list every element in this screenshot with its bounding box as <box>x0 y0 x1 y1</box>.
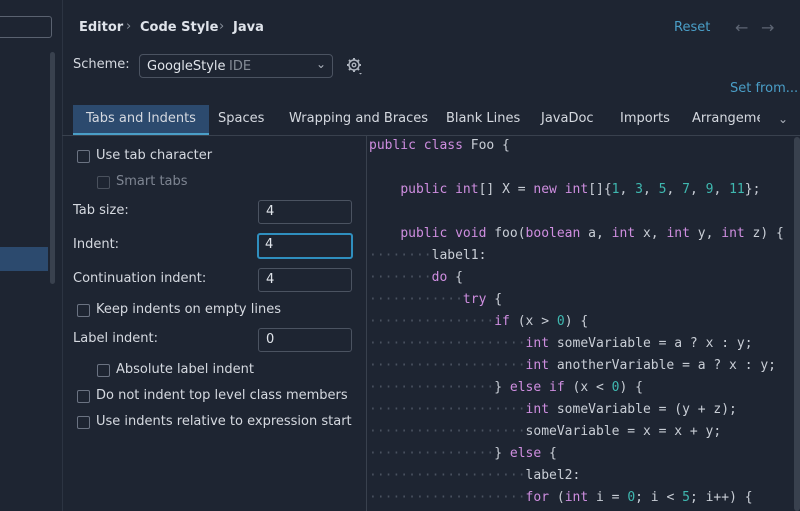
use-tab-character-label: Use tab character <box>96 148 213 163</box>
preview-divider <box>366 135 367 511</box>
continuation-indent-label: Continuation indent: <box>73 271 207 286</box>
code-line: ····················for (int i = 0; i < … <box>369 490 753 505</box>
breadcrumb-editor[interactable]: Editor <box>79 20 123 35</box>
code-line: ················} else { <box>369 446 557 461</box>
code-line: ····················int someVariable = a… <box>369 336 753 351</box>
settings-tree-selected-item[interactable] <box>0 247 48 271</box>
tab-spaces[interactable]: Spaces <box>205 105 277 133</box>
more-tabs-chevron-icon[interactable]: ⌄ <box>778 112 788 126</box>
label-indent-label: Label indent: <box>73 331 159 346</box>
code-line: ····················label2: <box>369 468 581 483</box>
breadcrumb-separator: › <box>126 19 132 34</box>
scheme-tag: IDE <box>229 59 252 74</box>
no-indent-top-level-checkbox[interactable] <box>77 390 90 403</box>
smart-tabs-checkbox <box>97 176 110 189</box>
label-indent-input[interactable]: 0 <box>258 328 352 352</box>
settings-search-input[interactable] <box>0 16 52 38</box>
code-line: public void foo(boolean a, int x, int y,… <box>400 226 784 241</box>
code-line: ····················someVariable = x = x… <box>369 424 722 439</box>
code-line: ········label1: <box>369 248 487 263</box>
breadcrumb-separator: › <box>219 19 225 34</box>
keep-indents-label: Keep indents on empty lines <box>96 302 281 317</box>
relative-indents-label: Use indents relative to expression start <box>96 414 352 429</box>
back-arrow-icon[interactable]: ← <box>735 18 748 37</box>
tab-javadoc[interactable]: JavaDoc <box>528 105 607 133</box>
scheme-label: Scheme: <box>73 57 130 72</box>
smart-tabs-label: Smart tabs <box>116 174 188 189</box>
code-preview-scrollbar[interactable] <box>794 137 800 511</box>
code-line: public int[] X = new int[]{1, 3, 5, 7, 9… <box>400 182 761 197</box>
tab-imports[interactable]: Imports <box>607 105 683 133</box>
relative-indents-checkbox[interactable] <box>77 416 90 429</box>
code-preview[interactable]: public class Foo { public int[] X = new … <box>369 135 789 511</box>
tab-size-input[interactable]: 4 <box>258 200 352 224</box>
gear-icon[interactable] <box>346 57 364 75</box>
tab-arrangement[interactable]: Arrangeme <box>679 105 760 133</box>
settings-tab-bar: Tabs and Indents Spaces Wrapping and Bra… <box>62 105 800 136</box>
indent-label: Indent: <box>73 237 120 252</box>
code-line: ················} else if (x < 0) { <box>369 380 643 395</box>
page-title: Java <box>233 20 264 35</box>
forward-arrow-icon[interactable]: → <box>761 18 774 37</box>
code-line: ········do { <box>369 270 463 285</box>
scheme-name: GoogleStyle <box>147 59 226 74</box>
absolute-label-indent-label: Absolute label indent <box>116 362 254 377</box>
keep-indents-checkbox[interactable] <box>77 304 90 317</box>
scheme-dropdown[interactable]: GoogleStyle IDE ⌄ <box>139 54 333 78</box>
tab-wrapping-and-braces[interactable]: Wrapping and Braces <box>276 105 441 133</box>
continuation-indent-input[interactable]: 4 <box>258 268 352 292</box>
chevron-down-icon: ⌄ <box>315 57 326 71</box>
tab-size-label: Tab size: <box>73 203 129 218</box>
no-indent-top-level-label: Do not indent top level class members <box>96 388 348 403</box>
settings-tree-scrollbar[interactable] <box>50 52 55 284</box>
code-line: ····················int someVariable = (… <box>369 402 737 417</box>
tab-blank-lines[interactable]: Blank Lines <box>433 105 533 133</box>
code-line: ····················int anotherVariable … <box>369 358 777 373</box>
code-line: ············try { <box>369 292 503 307</box>
indent-input[interactable]: 4 <box>257 233 353 259</box>
reset-link[interactable]: Reset <box>674 20 710 35</box>
code-line: public class Foo { <box>369 138 510 153</box>
tab-tabs-and-indents[interactable]: Tabs and Indents <box>73 105 209 135</box>
set-from-link[interactable]: Set from... <box>730 81 798 96</box>
breadcrumb-code-style[interactable]: Code Style <box>140 20 218 35</box>
code-line: ················if (x > 0) { <box>369 314 589 329</box>
absolute-label-indent-checkbox[interactable] <box>97 364 110 377</box>
use-tab-character-checkbox[interactable] <box>77 150 90 163</box>
